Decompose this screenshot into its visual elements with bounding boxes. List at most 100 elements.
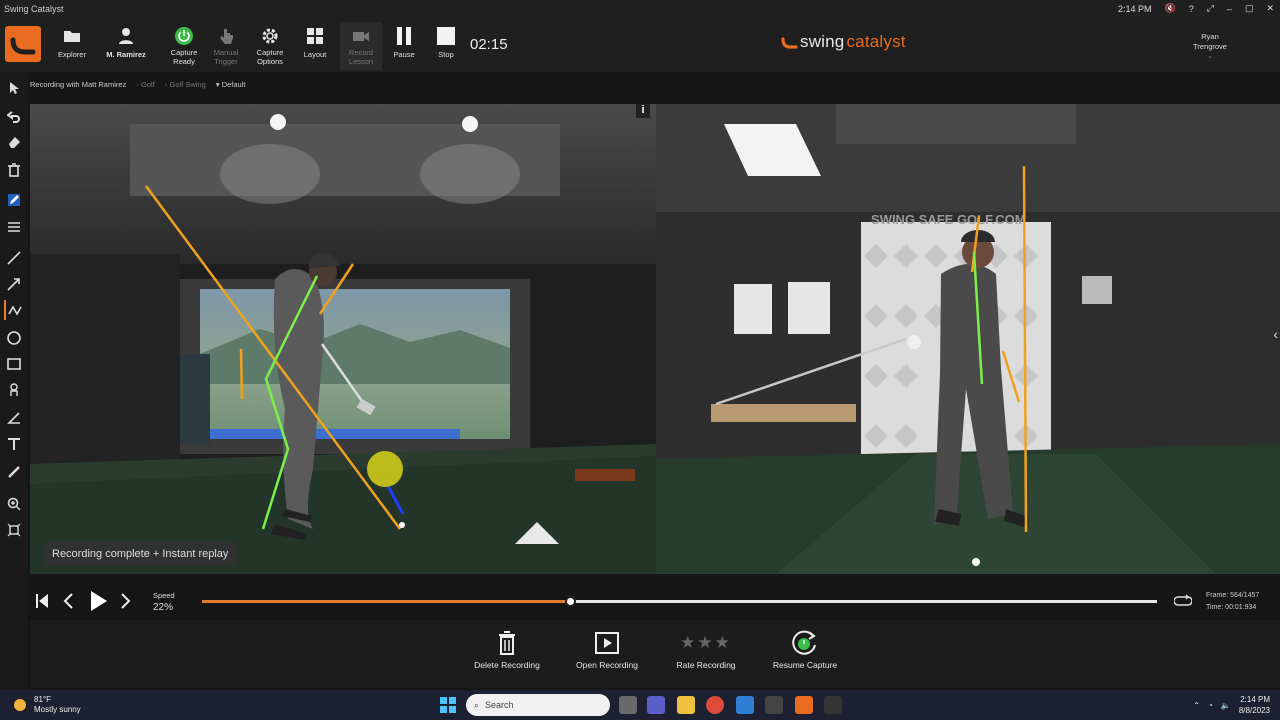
play-icon[interactable]: [88, 590, 108, 617]
task-view-icon[interactable]: [619, 696, 637, 714]
drawing-tools-sidebar: [0, 72, 28, 690]
video-playback-area[interactable]: SWING SAFE GOLF.COM i ‹ Recording comple…: [30, 104, 1280, 574]
breadcrumb-sport-label: Golf: [141, 79, 155, 89]
mail-icon[interactable]: [736, 696, 754, 714]
teams-icon[interactable]: [647, 696, 665, 714]
minimize-button[interactable]: –: [1227, 4, 1232, 14]
taskbar-date: 8/8/2023: [1238, 706, 1270, 715]
explorer-button[interactable]: Explorer: [55, 22, 89, 70]
chevron-up-icon[interactable]: ⌃: [1193, 701, 1200, 710]
resume-capture-icon: [792, 630, 816, 655]
main-toolbar: Explorer M. Ramirez Capture Ready Manual…: [0, 18, 1280, 72]
info-icon[interactable]: i: [636, 104, 650, 118]
folder-icon: [64, 31, 80, 42]
search-icon: ⌕: [474, 699, 480, 710]
line-tool-icon[interactable]: [4, 248, 24, 268]
app-window: Swing Catalyst 2:14 PM 🔇 ? ⤢ – ▢ ✕ Explo…: [0, 0, 1280, 690]
timeline-track[interactable]: [202, 596, 1157, 607]
chrome-icon[interactable]: [706, 696, 724, 714]
capture-options-button[interactable]: Capture Options: [253, 22, 287, 70]
zoom-icon[interactable]: [4, 494, 24, 514]
line-width-icon[interactable]: [4, 216, 24, 236]
maximize-button[interactable]: ▢: [1245, 3, 1254, 14]
pause-icon: [397, 27, 411, 45]
trash-icon[interactable]: [4, 160, 24, 180]
angle-tool-icon[interactable]: [4, 408, 24, 428]
playback-controls: Speed 22% Frame: 564/1457 Time: 00:01:93…: [30, 584, 1280, 618]
taskbar-search[interactable]: ⌕ Search: [466, 694, 610, 716]
manual-trigger-button[interactable]: Manual Trigger: [210, 22, 242, 70]
volume-icon[interactable]: 🔈: [1221, 701, 1231, 710]
open-recording-button[interactable]: Open Recording: [557, 630, 657, 670]
star-rating-icon[interactable]: ★★★: [656, 630, 756, 656]
text-tool-icon[interactable]: [4, 434, 24, 454]
breadcrumb-sport[interactable]: ◦ Golf: [136, 80, 155, 89]
mute-icon[interactable]: 🔇: [1164, 3, 1175, 14]
weather-widget[interactable]: 81°F Mostly sunny: [12, 695, 81, 715]
windows-start-icon[interactable]: [440, 697, 456, 718]
help-icon[interactable]: ?: [1189, 4, 1194, 14]
sun-icon: [14, 699, 26, 711]
breadcrumb-category[interactable]: ◦ Golf Swing: [165, 80, 206, 89]
left-camera-view[interactable]: [30, 104, 656, 574]
brand-prefix: swing: [800, 32, 845, 51]
frame-info: Frame: 564/1457 Time: 00:01:934: [1206, 590, 1259, 614]
calculator-icon[interactable]: [765, 696, 783, 714]
polyline-tool-icon[interactable]: [4, 300, 24, 320]
stop-button[interactable]: Stop: [432, 22, 460, 70]
network-icon[interactable]: ◔: [1208, 701, 1213, 710]
weather-temp: 81°F: [34, 695, 51, 704]
resume-capture-button[interactable]: Resume Capture: [755, 630, 855, 670]
record-lesson-label-1: Record: [348, 48, 374, 57]
taskbar-clock[interactable]: 2:14 PM 8/8/2023: [1239, 694, 1270, 716]
title-bar: Swing Catalyst 2:14 PM 🔇 ? ⤢ – ▢ ✕: [0, 0, 1280, 18]
skip-to-start-icon[interactable]: [34, 592, 50, 615]
window-clock: 2:14 PM: [1117, 3, 1152, 14]
delete-recording-button[interactable]: Delete Recording: [457, 630, 557, 670]
circle-tool-icon[interactable]: [4, 328, 24, 348]
select-arrow-icon[interactable]: [4, 78, 24, 98]
timeline-scrubber[interactable]: [564, 596, 576, 607]
capture-ready-button[interactable]: Capture Ready: [168, 22, 200, 70]
fullscreen-icon[interactable]: ⤢: [1207, 3, 1214, 14]
pen-color-icon[interactable]: [4, 190, 24, 210]
app-taskbar-icon[interactable]: [824, 696, 842, 714]
eraser-icon[interactable]: [4, 132, 24, 152]
step-forward-icon[interactable]: [120, 592, 132, 615]
rectangle-tool-icon[interactable]: [4, 354, 24, 374]
arrow-tool-icon[interactable]: [4, 274, 24, 294]
file-explorer-icon[interactable]: [677, 696, 695, 714]
body-tool-icon[interactable]: [4, 380, 24, 400]
hand-pointer-icon: [220, 29, 233, 44]
preset-dropdown[interactable]: ▾ Default: [216, 80, 246, 89]
undo-icon[interactable]: [4, 106, 24, 126]
close-button[interactable]: ✕: [1266, 3, 1274, 14]
system-tray: ⌃ ◔ 🔈 2:14 PM 8/8/2023: [1193, 694, 1270, 716]
speed-control[interactable]: Speed 22%: [153, 590, 175, 614]
breadcrumb-recording-with[interactable]: Recording with Matt Ramirez: [30, 80, 126, 89]
preset-label: Default: [221, 79, 246, 89]
pause-button[interactable]: Pause: [390, 22, 418, 70]
user-menu[interactable]: Ryan Trengrove ⌄: [1186, 32, 1234, 62]
search-placeholder: Search: [485, 700, 514, 710]
gear-icon: [262, 28, 278, 44]
athlete-button[interactable]: M. Ramirez: [103, 22, 149, 70]
stop-icon: [437, 27, 455, 45]
window-title: Swing Catalyst: [4, 4, 64, 14]
ruler-tool-icon[interactable]: [4, 462, 24, 482]
right-camera-view[interactable]: SWING SAFE GOLF.COM: [656, 104, 1280, 574]
step-back-icon[interactable]: [62, 592, 74, 615]
layout-button[interactable]: Layout: [298, 22, 332, 70]
record-lesson-label-2: Lesson: [348, 57, 374, 66]
wall-sign-text: SWING SAFE GOLF.COM: [871, 212, 1026, 227]
recording-actions: Delete Recording Open Recording ★★★ Rate…: [30, 620, 1280, 688]
crop-icon[interactable]: [4, 520, 24, 540]
swing-catalyst-taskbar-icon[interactable]: [795, 696, 813, 714]
record-lesson-button[interactable]: Record Lesson: [340, 22, 382, 70]
os-taskbar: 81°F Mostly sunny ⌕ Search ⌃ ◔ 🔈 2:14 PM…: [0, 690, 1280, 720]
person-icon: [119, 28, 133, 44]
collapse-panel-icon[interactable]: ‹: [1273, 326, 1278, 342]
rate-recording-button[interactable]: ★★★ Rate Recording: [656, 630, 756, 670]
capture-options-label-1: Capture: [256, 48, 284, 57]
loop-icon[interactable]: [1173, 594, 1193, 613]
